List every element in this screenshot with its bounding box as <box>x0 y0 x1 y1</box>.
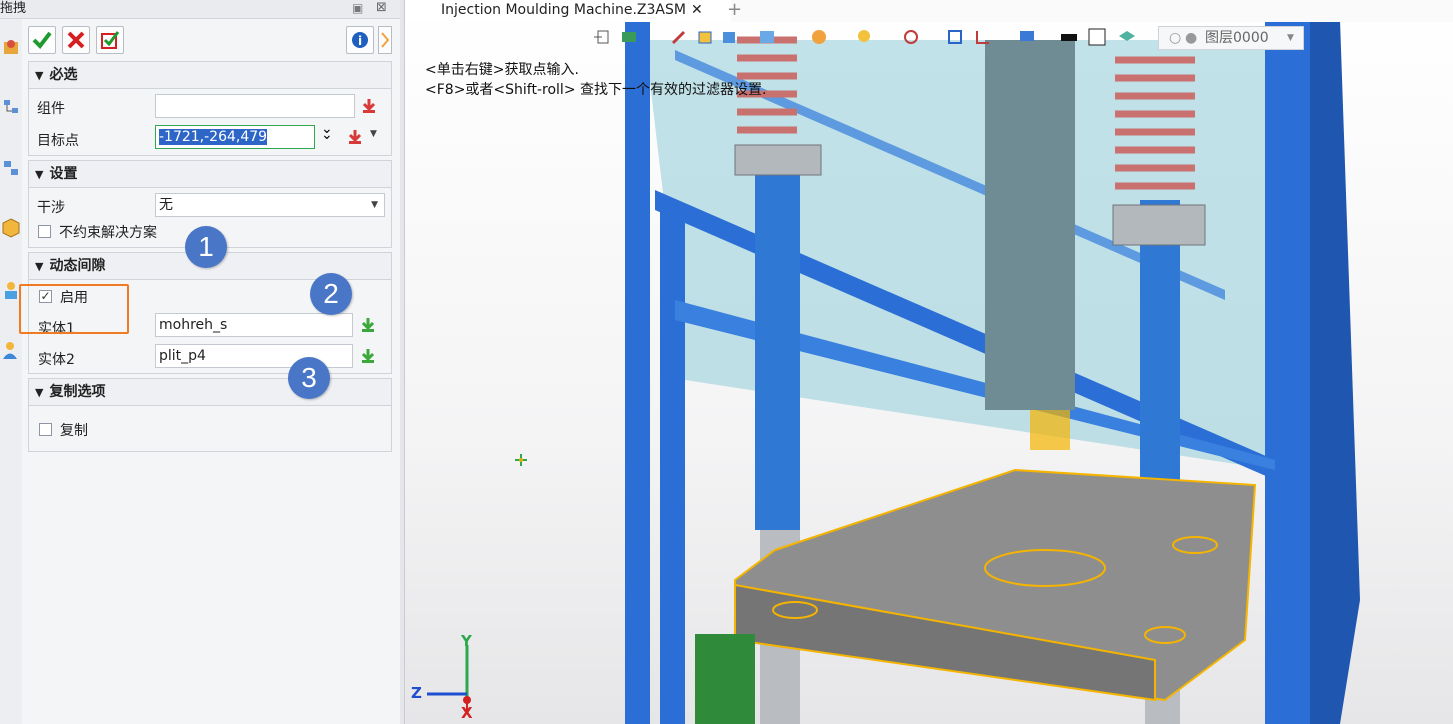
part-cube-icon[interactable] <box>1 216 21 240</box>
layer-select[interactable]: ○ ● 图层0000 ▼ <box>1158 26 1304 50</box>
apply-button[interactable] <box>96 26 124 54</box>
close-icon[interactable]: ⊠ <box>376 0 387 15</box>
panel-title-bar: 拖拽 ▣ ⊠ <box>0 0 400 19</box>
section-settings-title: 设置 <box>49 166 78 182</box>
left-icon-toolbar <box>0 0 23 724</box>
section-required-header[interactable]: ▼ 必选 <box>28 61 392 89</box>
copy-checkbox[interactable] <box>39 423 52 436</box>
help-icon <box>381 32 390 48</box>
pick-arrow-icon[interactable] <box>361 97 377 115</box>
section-dynamic-title: 动态间隙 <box>49 258 106 274</box>
person-icon[interactable] <box>1 338 21 362</box>
layer-label: 图层0000 <box>1205 30 1269 46</box>
badge-1: 1 <box>185 226 227 268</box>
user-icon[interactable] <box>1 278 21 302</box>
command-hint: <单击右键>获取点输入. <F8>或者<Shift-roll> 查找下一个有效的… <box>425 60 766 100</box>
collapse-triangle-icon: ▼ <box>35 69 44 82</box>
target-point-label: 目标点 <box>37 133 79 149</box>
dropdown-arrow-icon: ▼ <box>371 200 378 210</box>
layers-icon[interactable] <box>1 156 21 180</box>
tab-title: Injection Moulding Machine.Z3ASM <box>441 2 686 18</box>
white-color-swatch[interactable] <box>1088 28 1106 46</box>
window-icon[interactable] <box>758 28 776 46</box>
entity1-field[interactable]: mohreh_s <box>155 313 353 337</box>
pencil-icon[interactable] <box>670 28 688 46</box>
highlight-box <box>19 284 129 334</box>
section-required-title: 必选 <box>49 67 78 83</box>
add-tab-icon[interactable]: + <box>727 0 742 20</box>
target-point-value: -1721,-264,479 <box>159 129 268 145</box>
badge-2: 2 <box>310 273 352 315</box>
collapse-triangle-icon: ▼ <box>35 168 44 181</box>
info-icon: i <box>352 32 368 48</box>
help-button[interactable] <box>378 26 392 54</box>
rotate-icon[interactable] <box>902 28 920 46</box>
cancel-button[interactable] <box>62 26 90 54</box>
interference-value: 无 <box>159 197 173 213</box>
badge-3: 3 <box>288 357 330 399</box>
frame-icon[interactable] <box>946 28 964 46</box>
collapse-triangle-icon: ▼ <box>35 386 44 399</box>
hint-line-1: <单击右键>获取点输入. <box>425 62 579 78</box>
section-copy-title: 复制选项 <box>49 384 106 400</box>
panel-title: 拖拽 <box>0 1 27 16</box>
copy-label: 复制 <box>60 423 88 439</box>
target-point-field[interactable]: -1721,-264,479 <box>155 125 315 149</box>
document-tab-bar: Injection Moulding Machine.Z3ASM ✕ + <box>405 0 1453 22</box>
interference-label: 干涉 <box>37 200 65 216</box>
compass-icon[interactable] <box>810 28 828 46</box>
dropdown-arrow-icon[interactable]: ▼ <box>370 129 377 139</box>
toggle-icon: ● <box>1185 30 1198 46</box>
component-field[interactable] <box>155 94 355 118</box>
interference-select[interactable]: 无 ▼ <box>155 193 385 217</box>
section-copy-body: 复制 <box>28 406 392 452</box>
pick-green-arrow-icon[interactable] <box>360 347 376 365</box>
pick-green-arrow-icon[interactable] <box>360 316 376 334</box>
no-constraint-checkbox[interactable] <box>38 225 51 238</box>
zoom-icon[interactable] <box>856 28 874 46</box>
double-chevron-icon-top: ⌄ <box>321 121 333 137</box>
section-copy-header[interactable]: ▼ 复制选项 <box>28 378 392 406</box>
apply-icon <box>101 31 120 49</box>
cube-icon[interactable] <box>720 28 738 46</box>
check-icon <box>32 31 52 50</box>
axis-z-label: Z <box>411 684 422 702</box>
entity2-label: 实体2 <box>38 352 75 368</box>
assembly-icon[interactable] <box>1 36 21 60</box>
dropdown-arrow-icon: ▼ <box>1287 33 1294 43</box>
info-button[interactable]: i <box>346 26 374 54</box>
box-icon[interactable] <box>696 28 714 46</box>
pick-arrow-icon[interactable] <box>347 128 363 146</box>
exit-icon[interactable] <box>592 28 610 46</box>
component-label: 组件 <box>37 101 65 117</box>
filter-icon[interactable] <box>620 28 638 46</box>
hint-line-2: <F8>或者<Shift-roll> 查找下一个有效的过滤器设置. <box>425 82 767 98</box>
cross-icon <box>67 31 85 49</box>
pin-icon[interactable]: ▣ <box>352 1 363 15</box>
3d-viewport[interactable]: Injection Moulding Machine.Z3ASM ✕ + <单击… <box>404 0 1453 724</box>
black-color-swatch[interactable] <box>1060 28 1078 46</box>
machine-model-render[interactable] <box>405 0 1453 724</box>
display-icon[interactable] <box>1018 28 1036 46</box>
layer-stack-icon[interactable] <box>1118 28 1136 46</box>
svg-text:i: i <box>358 34 362 48</box>
tab-document[interactable]: Injection Moulding Machine.Z3ASM ✕ <box>405 0 731 22</box>
axis-y-label: Y <box>461 632 472 650</box>
no-constraint-label: 不约束解决方案 <box>59 225 157 241</box>
dimension-icon[interactable] <box>974 28 992 46</box>
tab-close-icon[interactable]: ✕ <box>691 0 703 20</box>
bulb-icon: ○ <box>1169 30 1182 46</box>
collapse-triangle-icon: ▼ <box>35 260 44 273</box>
ok-button[interactable] <box>28 26 56 54</box>
axis-x-label: X <box>461 704 473 722</box>
tree-icon[interactable] <box>1 96 21 120</box>
section-required-body: 组件 目标点 -1721,-264,479 ⌄ ⌄ ▼ <box>28 89 392 156</box>
section-settings-header[interactable]: ▼ 设置 <box>28 160 392 188</box>
